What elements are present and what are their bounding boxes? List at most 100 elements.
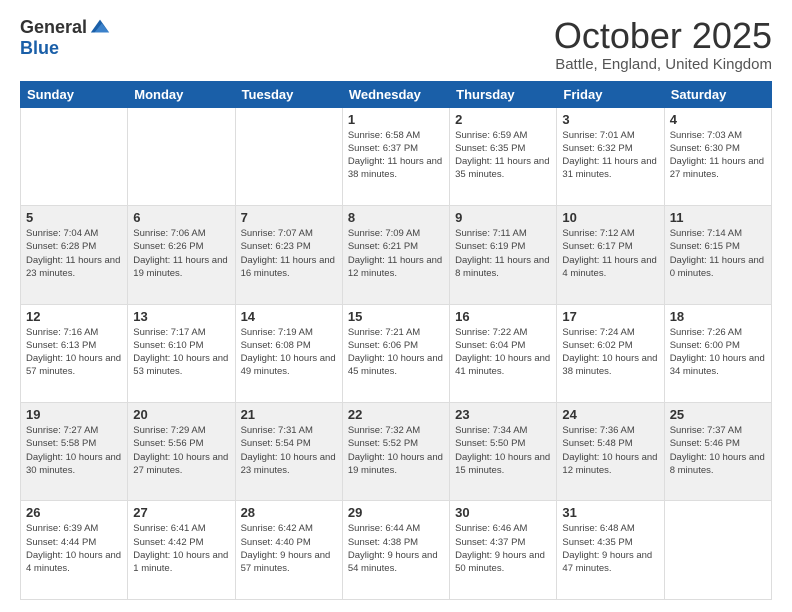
- header-saturday: Saturday: [664, 81, 771, 107]
- daylight-label: Daylight: 10 hours and 15 minutes.: [455, 452, 550, 476]
- sunset-label: Sunset: 6:19 PM: [455, 241, 525, 252]
- daylight-label: Daylight: 10 hours and 4 minutes.: [26, 550, 121, 574]
- table-row: 8 Sunrise: 7:09 AMSunset: 6:21 PMDaylight…: [342, 206, 449, 304]
- day-number: 19: [26, 407, 122, 422]
- sunrise-label: Sunrise: 6:48 AM: [562, 523, 634, 534]
- sunset-label: Sunset: 4:38 PM: [348, 537, 418, 548]
- day-number: 1: [348, 112, 444, 127]
- table-row: 10Sunrise: 7:12 AMSunset: 6:17 PMDayligh…: [557, 206, 664, 304]
- daylight-label: Daylight: 10 hours and 38 minutes.: [562, 353, 657, 377]
- sunrise-label: Sunrise: 7:12 AM: [562, 228, 634, 239]
- sunset-label: Sunset: 5:50 PM: [455, 438, 525, 449]
- sunset-label: Sunset: 6:37 PM: [348, 143, 418, 154]
- daylight-label: Daylight: 10 hours and 8 minutes.: [670, 452, 765, 476]
- sunrise-label: Sunrise: 7:11 AM: [455, 228, 527, 239]
- table-row: 14Sunrise: 7:19 AMSunset: 6:08 PMDayligh…: [235, 304, 342, 402]
- header: General Blue October 2025 Battle, Englan…: [20, 16, 772, 73]
- daylight-label: Daylight: 11 hours and 35 minutes.: [455, 156, 549, 180]
- table-row: [21, 107, 128, 205]
- daylight-label: Daylight: 10 hours and 27 minutes.: [133, 452, 228, 476]
- day-info: Sunrise: 7:37 AMSunset: 5:46 PMDaylight:…: [670, 424, 766, 477]
- day-info: Sunrise: 6:39 AMSunset: 4:44 PMDaylight:…: [26, 522, 122, 575]
- weekday-header-row: Sunday Monday Tuesday Wednesday Thursday…: [21, 81, 772, 107]
- day-info: Sunrise: 7:27 AMSunset: 5:58 PMDaylight:…: [26, 424, 122, 477]
- day-info: Sunrise: 7:21 AM Sunset: 6:06 PM Daylight:…: [348, 326, 444, 379]
- day-info: Sunrise: 6:42 AMSunset: 4:40 PMDaylight:…: [241, 522, 337, 575]
- header-tuesday: Tuesday: [235, 81, 342, 107]
- table-row: 5Sunrise: 7:04 AMSunset: 6:28 PMDaylight…: [21, 206, 128, 304]
- sunrise-label: Sunrise: 7:07 AM: [241, 228, 313, 239]
- day-info: Sunrise: 7:16 AMSunset: 6:13 PMDaylight:…: [26, 326, 122, 379]
- table-row: 19Sunrise: 7:27 AMSunset: 5:58 PMDayligh…: [21, 403, 128, 501]
- day-number: 25: [670, 407, 766, 422]
- daylight-label: Daylight: 11 hours and 12 minutes.: [348, 255, 442, 279]
- day-info: Sunrise: 7:06 AMSunset: 6:26 PMDaylight:…: [133, 227, 229, 280]
- table-row: 28Sunrise: 6:42 AMSunset: 4:40 PMDayligh…: [235, 501, 342, 600]
- day-info: Sunrise: 7:01 AMSunset: 6:32 PMDaylight:…: [562, 129, 658, 182]
- day-number: 12: [26, 309, 122, 324]
- sunset-label: Sunset: 5:46 PM: [670, 438, 740, 449]
- day-info: Sunrise: 7:03 AMSunset: 6:30 PMDaylight:…: [670, 129, 766, 182]
- table-row: 4Sunrise: 7:03 AMSunset: 6:30 PMDaylight…: [664, 107, 771, 205]
- sunrise-label: Sunrise: 7:29 AM: [133, 425, 205, 436]
- sunset-label: Sunset: 6:23 PM: [241, 241, 311, 252]
- daylight-label: Daylight: 10 hours and 23 minutes.: [241, 452, 336, 476]
- sunrise-label: Sunrise: 7:06 AM: [133, 228, 205, 239]
- calendar-week-row: 19 Sunrise: 7:27 AM Sunset: 5:58 PM Dayligh…: [21, 403, 772, 501]
- table-row: 27Sunrise: 6:41 AMSunset: 4:42 PMDayligh…: [128, 501, 235, 600]
- day-info: Sunrise: 7:14 AMSunset: 6:15 PMDaylight:…: [670, 227, 766, 280]
- day-info: Sunrise: 7:19 AMSunset: 6:08 PMDaylight:…: [241, 326, 337, 379]
- daylight-label: Daylight: 9 hours and 50 minutes.: [455, 550, 545, 574]
- calendar-week-row: 5Sunrise: 7:04 AMSunset: 6:28 PMDaylight…: [21, 206, 772, 304]
- day-info: Sunrise: 7:36 AMSunset: 5:48 PMDaylight:…: [562, 424, 658, 477]
- day-info: Sunrise: 7:24 AMSunset: 6:02 PMDaylight:…: [562, 326, 658, 379]
- sunset-label: Sunset: 6:08 PM: [241, 340, 311, 351]
- day-number: 24: [562, 407, 658, 422]
- sunset-label: Sunset: 4:42 PM: [133, 537, 203, 548]
- table-row: 9Sunrise: 7:11 AMSunset: 6:19 PMDaylight…: [450, 206, 557, 304]
- title-section: October 2025 Battle, England, United Kin…: [554, 16, 772, 73]
- daylight-label: Daylight: 10 hours and 1 minute.: [133, 550, 228, 574]
- sunset-label: Sunset: 6:00 PM: [670, 340, 740, 351]
- sunrise-label: Sunrise: 6:44 AM: [348, 523, 420, 534]
- sunset-label: Sunset: 6:13 PM: [26, 340, 96, 351]
- sunrise-label: Sunrise: 7:22 AM: [455, 327, 527, 338]
- sunrise-label: Sunrise: 6:39 AM: [26, 523, 98, 534]
- day-number: 5: [26, 210, 122, 225]
- daylight-label: Daylight: 10 hours and 41 minutes.: [455, 353, 550, 377]
- daylight-label: Daylight: 10 hours and 53 minutes.: [133, 353, 228, 377]
- day-number: 14: [241, 309, 337, 324]
- logo-general-text: General: [20, 17, 87, 38]
- sunrise-label: Sunrise: 7:21 AM: [348, 327, 420, 338]
- sunrise-label: Sunrise: 6:58 AM: [348, 130, 420, 141]
- daylight-label: Daylight: 10 hours and 34 minutes.: [670, 353, 765, 377]
- day-number: 8: [348, 210, 444, 225]
- sunset-label: Sunset: 6:06 PM: [348, 340, 418, 351]
- sunrise-label: Sunrise: 6:41 AM: [133, 523, 205, 534]
- day-info: Sunrise: 7:26 AMSunset: 6:00 PMDaylight:…: [670, 326, 766, 379]
- day-number: 9: [455, 210, 551, 225]
- table-row: [235, 107, 342, 205]
- sunset-label: Sunset: 5:58 PM: [26, 438, 96, 449]
- sunrise-label: Sunrise: 7:24 AM: [562, 327, 634, 338]
- sunset-label: Sunset: 4:40 PM: [241, 537, 311, 548]
- daylight-label: Daylight: 9 hours and 57 minutes.: [241, 550, 331, 574]
- day-number: 18: [670, 309, 766, 324]
- daylight-label: Daylight: 9 hours and 54 minutes.: [348, 550, 438, 574]
- sunrise-label: Sunrise: 7:27 AM: [26, 425, 98, 436]
- sunset-label: Sunset: 6:15 PM: [670, 241, 740, 252]
- table-row: 21Sunrise: 7:31 AMSunset: 5:54 PMDayligh…: [235, 403, 342, 501]
- sunset-label: Sunset: 4:35 PM: [562, 537, 632, 548]
- calendar-week-row: 26Sunrise: 6:39 AMSunset: 4:44 PMDayligh…: [21, 501, 772, 600]
- day-number: 2: [455, 112, 551, 127]
- sunset-label: Sunset: 6:21 PM: [348, 241, 418, 252]
- logo: General Blue: [20, 16, 111, 59]
- sunrise-label: Sunrise: 7:19 AM: [241, 327, 313, 338]
- daylight-label: Daylight: 10 hours and 45 minutes.: [348, 353, 443, 377]
- day-info: Sunrise: 7:09 AMSunset: 6:21 PMDaylight:…: [348, 227, 444, 280]
- sunrise-label: Sunrise: 7:31 AM: [241, 425, 313, 436]
- day-info: Sunrise: 6:58 AMSunset: 6:37 PMDaylight:…: [348, 129, 444, 182]
- table-row: 13Sunrise: 7:17 AMSunset: 6:10 PMDayligh…: [128, 304, 235, 402]
- day-info: Sunrise: 7:31 AMSunset: 5:54 PMDaylight:…: [241, 424, 337, 477]
- sunset-label: Sunset: 6:10 PM: [133, 340, 203, 351]
